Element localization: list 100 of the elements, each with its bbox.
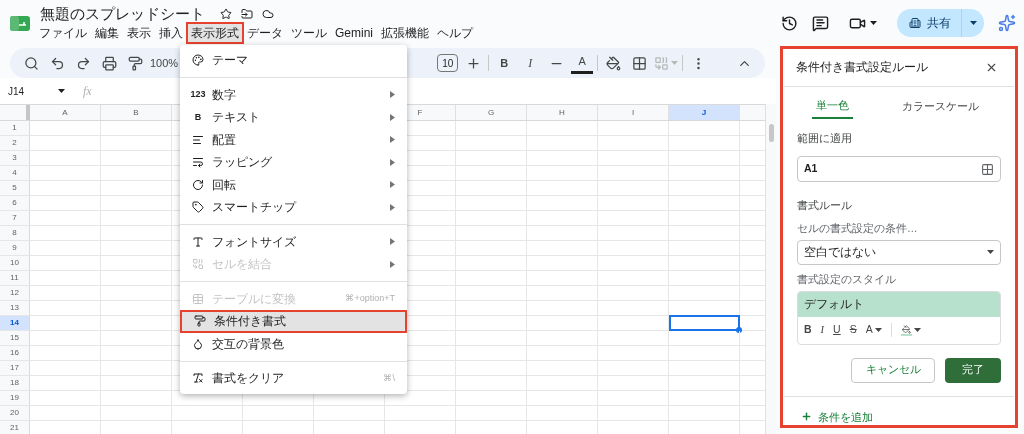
column-header[interactable]: G bbox=[456, 105, 527, 120]
column-header[interactable]: B bbox=[101, 105, 172, 120]
row-header[interactable]: 14 bbox=[0, 316, 30, 330]
selected-cell[interactable] bbox=[669, 315, 740, 331]
condition-label: セルの書式設定の条件… bbox=[797, 221, 919, 236]
menu-item-label: テーマ bbox=[212, 52, 248, 70]
caret-icon bbox=[987, 250, 994, 255]
column-header[interactable]: H bbox=[527, 105, 598, 120]
align-icon bbox=[192, 133, 204, 146]
row-header[interactable]: 16 bbox=[0, 346, 30, 360]
menu-item[interactable]: ヘルプ bbox=[434, 24, 476, 42]
format-menu-item[interactable]: 書式をクリア ⌘\ bbox=[180, 367, 407, 390]
style-button[interactable]: S bbox=[849, 322, 857, 338]
format-menu-item[interactable]: テーマ bbox=[180, 49, 407, 72]
panel-tab[interactable]: 単一色 bbox=[812, 94, 853, 119]
scrollbar-thumb[interactable] bbox=[768, 124, 774, 142]
column-header[interactable]: A bbox=[30, 105, 101, 120]
row-header[interactable]: 6 bbox=[0, 196, 30, 210]
condition-select[interactable]: 空白ではない bbox=[797, 239, 1001, 265]
format-menu-item[interactable]: フォントサイズ bbox=[180, 230, 407, 253]
row-header[interactable]: 1 bbox=[0, 121, 30, 135]
row-header[interactable]: 13 bbox=[0, 301, 30, 315]
formula-label: fx bbox=[83, 83, 92, 100]
done-button[interactable]: 完了 bbox=[945, 357, 1001, 383]
menu-item[interactable]: 挿入 bbox=[156, 24, 186, 42]
row-header[interactable]: 2 bbox=[0, 136, 30, 150]
document-title[interactable]: 無題のスプレッドシート bbox=[40, 2, 205, 26]
row-header[interactable]: 17 bbox=[0, 361, 30, 375]
format-menu-item[interactable]: 配置 bbox=[180, 128, 407, 151]
menu-item[interactable]: ファイル bbox=[36, 24, 90, 42]
menu-icon-text: B bbox=[194, 110, 202, 124]
row-header[interactable]: 20 bbox=[0, 406, 30, 420]
format-menu-item[interactable]: スマートチップ bbox=[180, 196, 407, 219]
row-header[interactable]: 21 bbox=[0, 421, 30, 434]
gemini-icon[interactable] bbox=[998, 14, 1016, 32]
format-menu-item[interactable]: 123 数字 bbox=[180, 83, 407, 106]
history-icon[interactable] bbox=[781, 14, 798, 32]
row-header[interactable]: 8 bbox=[0, 226, 30, 240]
font-size-icon bbox=[192, 235, 204, 248]
row-header[interactable]: 19 bbox=[0, 391, 30, 405]
fill-color-icon[interactable] bbox=[900, 324, 921, 336]
droplet-icon bbox=[192, 337, 204, 350]
row-header[interactable]: 4 bbox=[0, 166, 30, 180]
panel-tab[interactable]: カラースケール bbox=[898, 94, 983, 119]
cancel-button[interactable]: キャンセル bbox=[851, 357, 935, 383]
row-header[interactable]: 12 bbox=[0, 286, 30, 300]
menu-item-label: 回転 bbox=[212, 176, 236, 194]
folder-icon[interactable] bbox=[241, 8, 253, 20]
submenu-arrow-icon bbox=[390, 238, 395, 246]
menu-item-label: スマートチップ bbox=[212, 199, 296, 217]
row-header[interactable]: 5 bbox=[0, 181, 30, 195]
menu-item[interactable]: 表示 bbox=[124, 24, 154, 42]
corner-header[interactable] bbox=[0, 105, 30, 120]
add-rule-button[interactable]: 条件を追加 bbox=[801, 408, 1015, 425]
menu-item[interactable]: ツール bbox=[288, 24, 330, 42]
style-button[interactable]: B bbox=[804, 322, 812, 338]
menu-item[interactable]: Gemini bbox=[332, 24, 376, 42]
italic-button[interactable]: I bbox=[519, 52, 542, 74]
format-menu-item[interactable]: 条件付き書式 bbox=[180, 310, 407, 333]
column-header[interactable]: J bbox=[669, 105, 740, 120]
row-header[interactable]: 7 bbox=[0, 211, 30, 225]
panel-title: 条件付き書式設定ルール bbox=[796, 59, 928, 75]
menu-item-label: フォントサイズ bbox=[212, 233, 296, 251]
row-header[interactable]: 11 bbox=[0, 271, 30, 285]
row-header[interactable]: 15 bbox=[0, 331, 30, 345]
row-header[interactable]: 18 bbox=[0, 376, 30, 390]
comment-icon[interactable] bbox=[812, 14, 829, 32]
merge-icon bbox=[192, 258, 204, 271]
format-menu-item[interactable]: 交互の背景色 bbox=[180, 332, 407, 355]
select-range-icon[interactable] bbox=[981, 162, 994, 176]
caret-icon bbox=[969, 21, 977, 25]
style-button[interactable]: A bbox=[865, 322, 882, 338]
style-button[interactable]: U bbox=[833, 322, 841, 338]
menu-item-label: 配置 bbox=[212, 131, 236, 149]
rotate-icon bbox=[192, 178, 204, 191]
font-size-field[interactable]: 10 bbox=[437, 54, 459, 72]
paint-roller-icon bbox=[194, 315, 206, 328]
menu-item[interactable]: 表示形式 bbox=[188, 24, 242, 42]
format-menu-item[interactable]: ラッピング bbox=[180, 151, 407, 174]
caret-icon bbox=[874, 328, 882, 332]
star-icon[interactable] bbox=[220, 8, 232, 20]
sheets-logo-icon bbox=[10, 15, 30, 31]
menu-item-label: 交互の背景色 bbox=[212, 335, 284, 353]
cloud-icon[interactable] bbox=[262, 8, 274, 20]
menu-item[interactable]: データ bbox=[244, 24, 286, 42]
row-header[interactable]: 10 bbox=[0, 256, 30, 270]
menu-item[interactable]: 拡張機能 bbox=[378, 24, 432, 42]
caret-icon bbox=[870, 21, 877, 25]
range-field[interactable]: A1 bbox=[797, 156, 1001, 183]
bold-button[interactable]: B bbox=[493, 52, 516, 74]
row-header[interactable]: 3 bbox=[0, 151, 30, 165]
format-menu-item[interactable]: 回転 bbox=[180, 173, 407, 196]
style-button[interactable]: I bbox=[820, 322, 825, 338]
column-header[interactable]: I bbox=[598, 105, 669, 120]
name-box[interactable]: J14 bbox=[8, 83, 58, 99]
submenu-arrow-icon bbox=[390, 203, 395, 211]
menu-item-label: 数字 bbox=[212, 86, 236, 104]
menu-item[interactable]: 編集 bbox=[92, 24, 122, 42]
row-header[interactable]: 9 bbox=[0, 241, 30, 255]
text-color-button[interactable]: A bbox=[571, 52, 594, 74]
